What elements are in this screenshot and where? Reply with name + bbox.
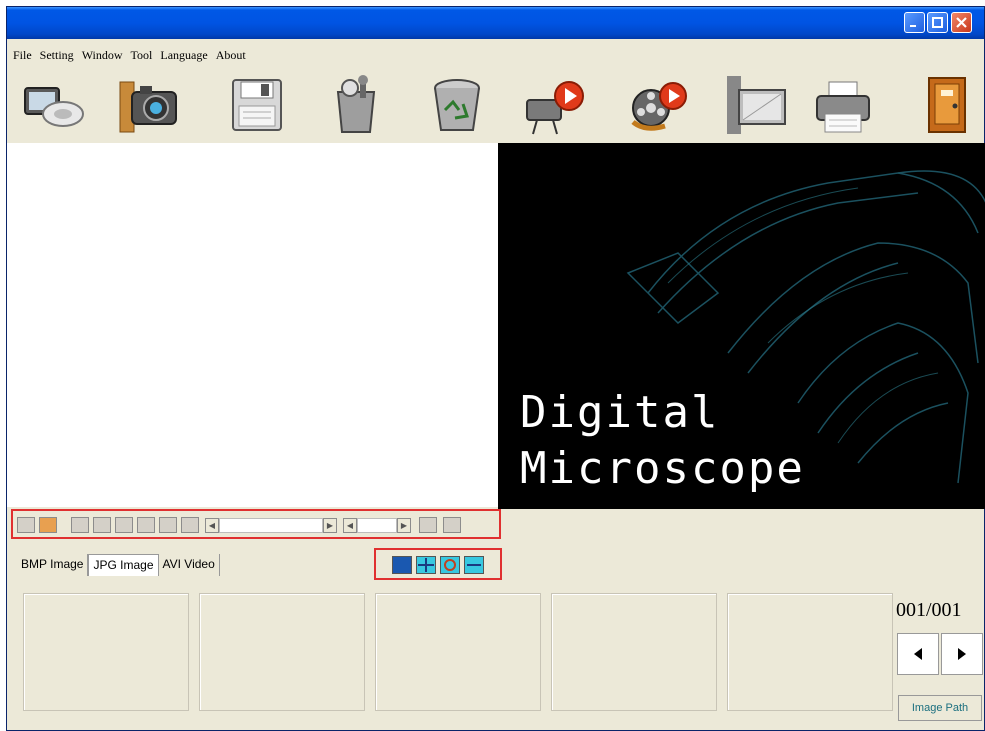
- splash-banner: Digital Microscope: [498, 143, 985, 509]
- thumbnail-slot[interactable]: [551, 593, 717, 711]
- thumbnail-strip: [23, 593, 893, 713]
- tool-button-2[interactable]: [93, 517, 111, 533]
- arrow-right-icon: [958, 648, 966, 660]
- menu-tool[interactable]: Tool: [131, 48, 153, 63]
- film-reel-play-icon: [631, 82, 687, 131]
- app-window: File Setting Window Tool Language About: [6, 6, 985, 731]
- minimize-button[interactable]: [904, 12, 925, 33]
- tools-icon: [336, 75, 376, 133]
- crosshair-icon: [418, 558, 434, 572]
- main-toolbar: [7, 67, 984, 143]
- title-bar[interactable]: [7, 7, 984, 39]
- menu-file[interactable]: File: [13, 48, 32, 63]
- arrow-left-icon: [914, 648, 922, 660]
- menu-bar: File Setting Window Tool Language About: [7, 39, 984, 67]
- tool-button-6[interactable]: [181, 517, 199, 533]
- tool-button-3[interactable]: [115, 517, 133, 533]
- circle-tool-button[interactable]: [440, 556, 460, 574]
- grid-tool-button[interactable]: [392, 556, 412, 574]
- image-list-pane[interactable]: [7, 143, 498, 507]
- thumbnail-slot[interactable]: [23, 593, 189, 711]
- menu-about[interactable]: About: [216, 48, 246, 63]
- record-video-button[interactable]: [509, 67, 601, 143]
- tab-jpg-image[interactable]: JPG Image: [88, 554, 159, 576]
- page-counter: 001/001: [896, 599, 962, 621]
- image-path-button[interactable]: Image Path: [898, 695, 982, 721]
- tool-button-4[interactable]: [137, 517, 155, 533]
- scroll-right-arrow-1[interactable]: ▶: [323, 518, 337, 533]
- exit-door-icon: [928, 77, 966, 133]
- monitor-lens-icon: [24, 87, 84, 127]
- line-tool-button[interactable]: [464, 556, 484, 574]
- exit-button[interactable]: [901, 67, 985, 143]
- capture-button[interactable]: [104, 67, 196, 143]
- tool-button-5[interactable]: [159, 517, 177, 533]
- thumbnail-slot[interactable]: [727, 593, 893, 711]
- circle-icon: [444, 559, 456, 571]
- floppy-disk-icon: [232, 79, 282, 131]
- thumbnail-slot[interactable]: [199, 593, 365, 711]
- settings-button[interactable]: [310, 67, 402, 143]
- menu-language[interactable]: Language: [160, 48, 207, 63]
- image-tools-toolbar: ◀ ▶ ◀ ▶: [11, 509, 501, 539]
- maximize-button[interactable]: [927, 12, 948, 33]
- playback-button[interactable]: [611, 67, 703, 143]
- maximize-icon: [932, 17, 943, 28]
- measure-toolbar: [374, 548, 502, 580]
- close-button[interactable]: [951, 12, 972, 33]
- ruler-icon: [467, 564, 481, 566]
- eraser-button[interactable]: [443, 517, 461, 533]
- media-tabs: BMP Image JPG Image AVI Video: [17, 554, 220, 576]
- print-button[interactable]: [797, 67, 889, 143]
- printer-icon: [816, 81, 870, 133]
- menu-window[interactable]: Window: [82, 48, 123, 63]
- open-folder-button[interactable]: [17, 517, 35, 533]
- thumbnail-slot[interactable]: [375, 593, 541, 711]
- splash-title-line2: Microscope: [520, 443, 805, 494]
- preview-button[interactable]: [7, 67, 99, 143]
- close-icon: [956, 17, 967, 28]
- delete-button[interactable]: [409, 67, 501, 143]
- tab-bmp-image[interactable]: BMP Image: [17, 554, 89, 576]
- minimize-icon: [910, 25, 916, 27]
- camera-icon: [119, 81, 177, 133]
- splash-title-line1: Digital: [520, 387, 720, 438]
- next-page-button[interactable]: [941, 633, 983, 675]
- tab-avi-video[interactable]: AVI Video: [159, 554, 220, 576]
- film-strip-icon: [727, 76, 786, 134]
- scroll-right-arrow-2[interactable]: ▶: [397, 518, 411, 533]
- tool-button-1[interactable]: [71, 517, 89, 533]
- save-button[interactable]: [211, 67, 303, 143]
- film-strip-button[interactable]: [711, 67, 803, 143]
- scroll-left-arrow-2[interactable]: ◀: [343, 518, 357, 533]
- crosshair-tool-button[interactable]: [416, 556, 436, 574]
- previous-page-button[interactable]: [897, 633, 939, 675]
- scroll-left-arrow-1[interactable]: ◀: [205, 518, 219, 533]
- video-camera-record-icon: [526, 81, 584, 135]
- recycle-bin-icon: [434, 79, 480, 131]
- zoom-button[interactable]: [419, 517, 437, 533]
- scrollbar-2[interactable]: [357, 518, 397, 533]
- scrollbar-1[interactable]: [219, 518, 323, 533]
- menu-setting[interactable]: Setting: [40, 48, 74, 63]
- folder-icon-button[interactable]: [39, 517, 57, 533]
